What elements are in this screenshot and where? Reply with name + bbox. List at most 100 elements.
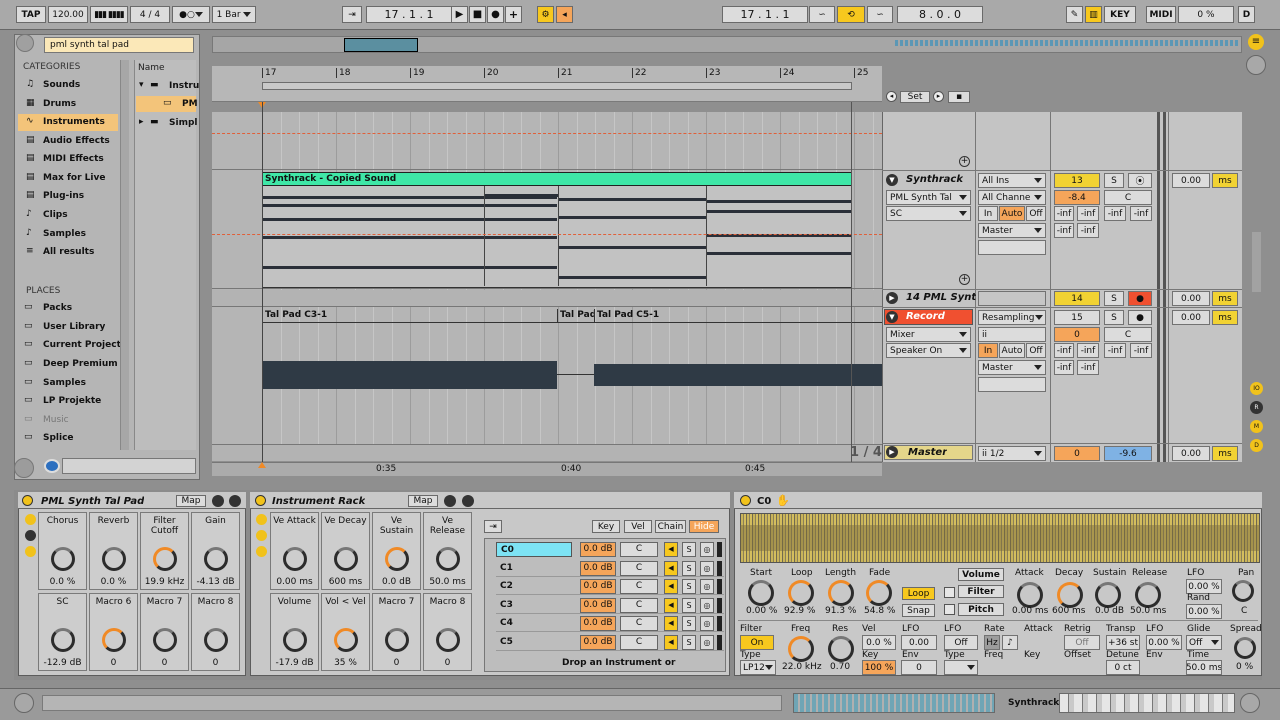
input-type-select[interactable]: Resampling	[978, 310, 1046, 325]
next-locator-icon[interactable]: ▸	[933, 91, 944, 102]
stop-button[interactable]: ■	[469, 6, 486, 23]
delay-unit[interactable]: ms	[1212, 173, 1238, 188]
status-end-icon[interactable]	[1240, 693, 1260, 713]
solo-icon[interactable]: S	[682, 634, 696, 650]
preview-icon[interactable]	[14, 458, 34, 478]
chain-pan[interactable]: C	[620, 616, 658, 631]
preview-toggle-icon[interactable]	[44, 459, 60, 473]
chain-row[interactable]: C4 0.0 dB C ◀ S ◎	[496, 615, 724, 632]
place-packs[interactable]: ▭ Packs	[18, 300, 118, 317]
chain-pan[interactable]: C	[620, 634, 658, 650]
attack-knob[interactable]	[1017, 582, 1043, 608]
chain-name[interactable]: C4	[496, 616, 572, 631]
speaker-icon[interactable]: ◀	[664, 616, 678, 631]
follow-button[interactable]: ⇥	[342, 6, 362, 23]
macro-3[interactable]: Filter Cutoff 19.9 kHz	[140, 512, 189, 590]
time-ruler[interactable]	[212, 462, 882, 476]
place-splice[interactable]: ▭ Splice	[18, 430, 118, 447]
io-toggle-icon[interactable]: IO	[1250, 382, 1263, 395]
chain-name[interactable]: C1	[496, 561, 572, 576]
position-field[interactable]: 17 . 1 . 1	[366, 6, 452, 23]
output-sub[interactable]	[978, 240, 1046, 255]
macro-5[interactable]: Volume -17.9 dB	[270, 593, 319, 671]
speaker-icon[interactable]: ◀	[664, 542, 678, 557]
vel-field[interactable]: 0.0 %	[862, 635, 896, 650]
category-sounds[interactable]: ♫ Sounds	[18, 77, 118, 94]
chain-volume[interactable]: 0.0 dB	[580, 579, 616, 594]
track-fold-icon[interactable]: ▶	[886, 292, 898, 304]
solo-button[interactable]: S	[1104, 173, 1124, 188]
loop-brace[interactable]	[262, 82, 852, 90]
rack-macro-icon[interactable]	[256, 546, 267, 557]
sub-select[interactable]: SC	[886, 206, 971, 221]
place-samples[interactable]: ▭ Samples	[18, 375, 118, 392]
spread-knob[interactable]	[1234, 637, 1256, 659]
macro-knob[interactable]	[204, 547, 228, 571]
category-samples[interactable]: ♪ Samples	[18, 226, 118, 243]
status-toggle-icon[interactable]	[14, 693, 34, 713]
volume-field[interactable]: 0	[1054, 327, 1100, 342]
track-activator[interactable]: 15	[1054, 310, 1100, 325]
macro-5[interactable]: SC -12.9 dB	[38, 593, 87, 671]
delay-unit[interactable]: ms	[1212, 446, 1238, 461]
solo-icon[interactable]: S	[682, 597, 696, 613]
transp-field[interactable]: +36 st	[1106, 635, 1140, 650]
headphones-icon[interactable]: ◎	[700, 579, 714, 594]
lfo4-field[interactable]: 0.00 %	[1146, 635, 1182, 650]
detune-field[interactable]: 0 ct	[1106, 660, 1140, 675]
monitor-auto-button[interactable]: Auto	[999, 206, 1025, 221]
delay-unit[interactable]: ms	[1212, 291, 1238, 306]
midi-note[interactable]	[558, 198, 706, 201]
macro-knob[interactable]	[334, 628, 358, 652]
monitor-off-button[interactable]: Off	[1026, 206, 1046, 221]
input-type-select[interactable]	[978, 291, 1046, 306]
map-button[interactable]: Map	[408, 495, 438, 507]
rate-hz-button[interactable]: Hz	[984, 635, 1000, 650]
start-knob[interactable]	[748, 580, 774, 606]
lfo-field[interactable]: 0.00 %	[1186, 579, 1222, 594]
chain-expand-icon[interactable]: ⇥	[484, 520, 502, 533]
mixer-toggle-icon[interactable]: M	[1250, 420, 1263, 433]
midi-note[interactable]	[262, 218, 557, 221]
add-icon[interactable]: +	[959, 156, 970, 167]
sustain-knob[interactable]	[1095, 582, 1121, 608]
macro-8[interactable]: Macro 8 0	[191, 593, 240, 671]
macro-3[interactable]: Ve Sustain 0.0 dB	[372, 512, 421, 590]
category-audio-effects[interactable]: ▤ Audio Effects	[18, 133, 118, 150]
computer-keyboard-icon[interactable]: ▥	[1085, 6, 1102, 23]
solo-icon[interactable]: S	[682, 579, 696, 594]
chain-name[interactable]: C2	[496, 579, 572, 594]
macro-2[interactable]: Reverb 0.0 %	[89, 512, 138, 590]
macro-knob[interactable]	[334, 547, 358, 571]
pan-knob[interactable]	[1232, 580, 1254, 602]
release-knob[interactable]	[1135, 582, 1161, 608]
chain-row[interactable]: C0 0.0 dB C ◀ S ◎	[496, 541, 724, 558]
headphones-icon[interactable]: ◎	[700, 560, 714, 576]
solo-icon[interactable]: S	[682, 560, 696, 576]
chain-name[interactable]: C0	[496, 542, 572, 557]
macro-knob[interactable]	[51, 628, 75, 652]
audio-clip-3[interactable]: Tal Pad C5-1	[594, 309, 882, 323]
track-delay-field[interactable]: 0.00	[1172, 310, 1210, 325]
returns-toggle-icon[interactable]: R	[1250, 401, 1263, 414]
arm-icon[interactable]: ●	[1128, 291, 1152, 306]
chain-name[interactable]: C3	[496, 598, 572, 613]
back-to-arrangement-icon[interactable]: ◂	[556, 6, 573, 23]
device-save-icon[interactable]	[229, 495, 241, 507]
speaker-icon[interactable]: ◀	[664, 597, 678, 613]
pan-field[interactable]: -9.6	[1104, 446, 1152, 461]
monitor-off-button[interactable]: Off	[1026, 343, 1046, 358]
macro-2[interactable]: Ve Decay 600 ms	[321, 512, 370, 590]
speaker-icon[interactable]: ◀	[664, 560, 678, 576]
volume-tab[interactable]: Volume	[958, 568, 1004, 581]
macro-knob[interactable]	[436, 547, 460, 571]
track-fold-icon[interactable]: ▶	[886, 446, 898, 458]
env-field[interactable]: 0	[901, 660, 937, 675]
retrig-field[interactable]: Off	[1064, 635, 1100, 650]
meter-field[interactable]: 4 / 4	[130, 6, 170, 23]
menu-icon[interactable]: ≡	[1248, 34, 1264, 50]
fade-knob[interactable]	[866, 580, 892, 606]
macro-1[interactable]: Chorus 0.0 %	[38, 512, 87, 590]
chain-volume[interactable]: 0.0 dB	[580, 597, 616, 613]
lock-icon[interactable]: ▪	[948, 91, 970, 103]
